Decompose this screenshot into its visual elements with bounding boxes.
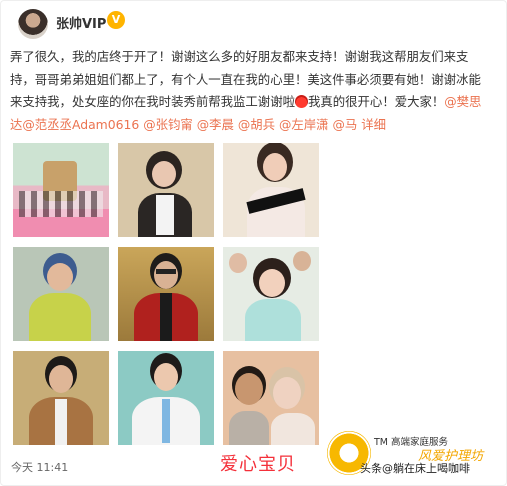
- avatar[interactable]: [18, 9, 48, 39]
- photo-thumbnail[interactable]: [223, 247, 319, 341]
- post-body-text-2: 我真的很开心！爱大家！: [307, 94, 445, 109]
- photo-thumbnail[interactable]: [118, 351, 214, 445]
- photo-thumbnail[interactable]: [118, 143, 214, 237]
- mention-link[interactable]: @胡兵: [238, 117, 275, 132]
- vip-badge-icon: V: [107, 11, 125, 29]
- mention-link[interactable]: @李晨: [197, 117, 234, 132]
- photo-thumbnail[interactable]: [223, 143, 319, 237]
- photo-thumbnail[interactable]: [118, 247, 214, 341]
- mention-link[interactable]: @马 详细: [333, 117, 387, 132]
- mention-link[interactable]: @张钧甯: [143, 117, 193, 132]
- photo-thumbnail[interactable]: [223, 351, 319, 445]
- photo-thumbnail[interactable]: [13, 247, 109, 341]
- source-attribution: 头条@躺在床上喝咖啡: [360, 462, 470, 475]
- photo-thumbnail[interactable]: [13, 351, 109, 445]
- post-text: 弄了很久，我的店终于开了！谢谢这么多的好朋友都来支持！谢谢我这帮朋友们来支持，哥…: [10, 46, 490, 136]
- mention-link[interactable]: @范丞丞Adam0616: [22, 117, 139, 132]
- post-timestamp[interactable]: 今天 11:41: [11, 459, 68, 475]
- heart-emoji-icon: [294, 95, 308, 108]
- mention-link[interactable]: @左岸潇: [279, 117, 329, 132]
- photo-thumbnail[interactable]: [13, 143, 109, 237]
- weibo-post-card: 张帅VIP V 弄了很久，我的店终于开了！谢谢这么多的好朋友都来支持！谢谢我这帮…: [0, 0, 507, 486]
- username[interactable]: 张帅VIP: [56, 13, 106, 32]
- watermark-text: 爱心宝贝: [220, 454, 296, 475]
- trademark-label: TM: [374, 437, 388, 448]
